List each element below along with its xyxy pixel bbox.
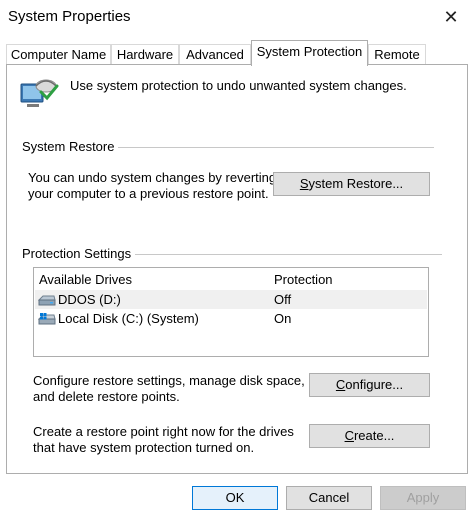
create-desc-2: that have system protection turned on. xyxy=(33,440,255,455)
apply-button[interactable]: Apply xyxy=(380,486,466,510)
system-drive-icon xyxy=(38,313,56,325)
drive-protection-status: On xyxy=(274,311,292,326)
create-desc-1: Create a restore point right now for the… xyxy=(33,424,294,439)
drives-list[interactable]: Available Drives Protection DDOS (D:) Of… xyxy=(33,267,429,357)
drive-row[interactable]: DDOS (D:) Off xyxy=(35,290,427,309)
system-restore-button[interactable]: System Restore... xyxy=(273,172,430,196)
configure-button[interactable]: Configure... xyxy=(309,373,430,397)
col-available-drives[interactable]: Available Drives xyxy=(39,272,132,287)
system-restore-desc-2: your computer to a previous restore poin… xyxy=(28,186,269,201)
tab-hardware[interactable]: Hardware xyxy=(111,44,179,64)
tab-computer-name[interactable]: Computer Name xyxy=(6,44,111,64)
system-restore-accel: S xyxy=(299,176,309,191)
configure-desc-1: Configure restore settings, manage disk … xyxy=(33,373,305,388)
tab-system-protection[interactable]: System Protection xyxy=(251,40,368,66)
drive-row[interactable]: Local Disk (C:) (System) On xyxy=(35,309,427,328)
system-protection-icon xyxy=(20,79,59,107)
configure-accel: C xyxy=(335,377,346,392)
system-restore-title: System Restore xyxy=(22,139,119,155)
protection-settings-title: Protection Settings xyxy=(22,246,136,262)
create-button[interactable]: Create... xyxy=(309,424,430,448)
tab-remote[interactable]: Remote xyxy=(368,44,426,64)
ok-button[interactable]: OK xyxy=(192,486,278,510)
create-accel: C xyxy=(344,428,354,443)
configure-button-label: onfigure... xyxy=(345,377,404,392)
system-restore-button-label: ystem Restore... xyxy=(308,176,404,191)
configure-desc-2: and delete restore points. xyxy=(33,389,180,404)
col-protection[interactable]: Protection xyxy=(274,272,333,287)
title-bar: System Properties ✕ xyxy=(0,0,474,34)
tab-advanced[interactable]: Advanced xyxy=(179,44,251,64)
window-title: System Properties xyxy=(8,8,131,25)
drive-protection-status: Off xyxy=(274,292,292,307)
intro-text: Use system protection to undo unwanted s… xyxy=(70,78,407,93)
drive-icon xyxy=(38,295,56,306)
tab-strip: Computer Name Hardware Advanced System P… xyxy=(6,40,468,66)
drive-name: DDOS (D:) xyxy=(58,292,121,307)
drive-name: Local Disk (C:) (System) xyxy=(58,311,199,326)
create-button-label: reate... xyxy=(353,428,395,443)
close-button[interactable]: ✕ xyxy=(428,0,474,34)
cancel-button[interactable]: Cancel xyxy=(286,486,372,510)
system-restore-desc-1: You can undo system changes by reverting xyxy=(28,170,277,185)
